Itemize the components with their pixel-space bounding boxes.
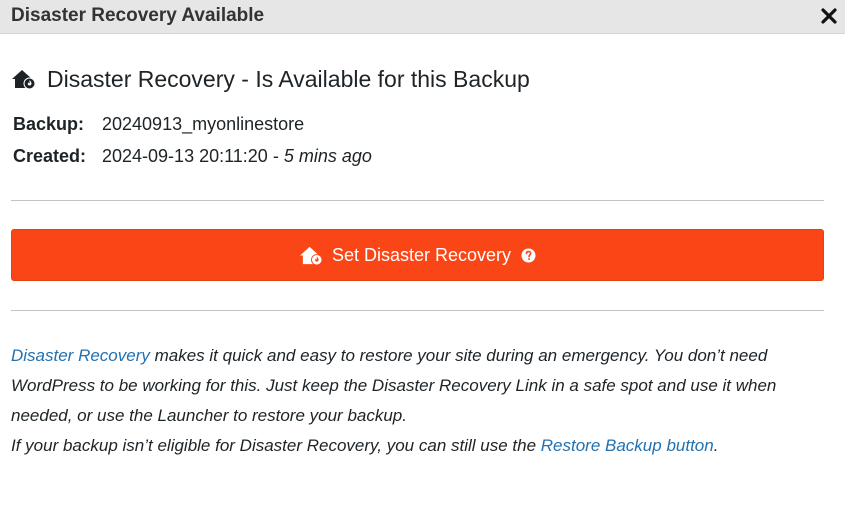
backup-row: Backup: 20240913_myonlinestore <box>13 113 304 135</box>
recovery-heading: Disaster Recovery - Is Available for thi… <box>11 64 530 94</box>
house-fire-icon <box>299 245 324 266</box>
description-paragraph-1: Disaster Recovery makes it quick and eas… <box>11 341 831 431</box>
description-end: . <box>713 436 719 455</box>
close-icon <box>821 8 837 24</box>
set-disaster-recovery-button[interactable]: Set Disaster Recovery <box>11 229 824 281</box>
divider-bottom <box>11 310 824 311</box>
close-button[interactable] <box>817 4 841 28</box>
house-fire-icon <box>11 68 37 90</box>
created-separator: - <box>267 146 284 166</box>
recovery-heading-text: Disaster Recovery - Is Available for thi… <box>47 66 530 92</box>
dialog-title: Disaster Recovery Available <box>11 5 265 26</box>
description-paragraph-2: If your backup isn’t eligible for Disast… <box>11 431 831 461</box>
created-label: Created: <box>13 146 87 166</box>
created-row: Created: 2024-09-13 20:11:20 - 5 mins ago <box>13 145 372 167</box>
restore-backup-link[interactable]: Restore Backup button <box>541 436 714 455</box>
description: Disaster Recovery makes it quick and eas… <box>11 341 831 461</box>
created-date: 2024-09-13 20:11:20 <box>102 146 268 166</box>
backup-label: Backup: <box>13 114 85 134</box>
divider-top <box>11 200 824 201</box>
description-text-2: If your backup isn’t eligible for Disast… <box>11 436 541 455</box>
question-circle-icon[interactable] <box>521 248 536 263</box>
dialog-titlebar: Disaster Recovery Available <box>0 0 845 34</box>
disaster-recovery-link[interactable]: Disaster Recovery <box>11 346 150 365</box>
set-disaster-recovery-label: Set Disaster Recovery <box>331 245 512 265</box>
backup-value: 20240913_myonlinestore <box>102 114 305 134</box>
created-ago: 5 mins ago <box>283 146 372 166</box>
